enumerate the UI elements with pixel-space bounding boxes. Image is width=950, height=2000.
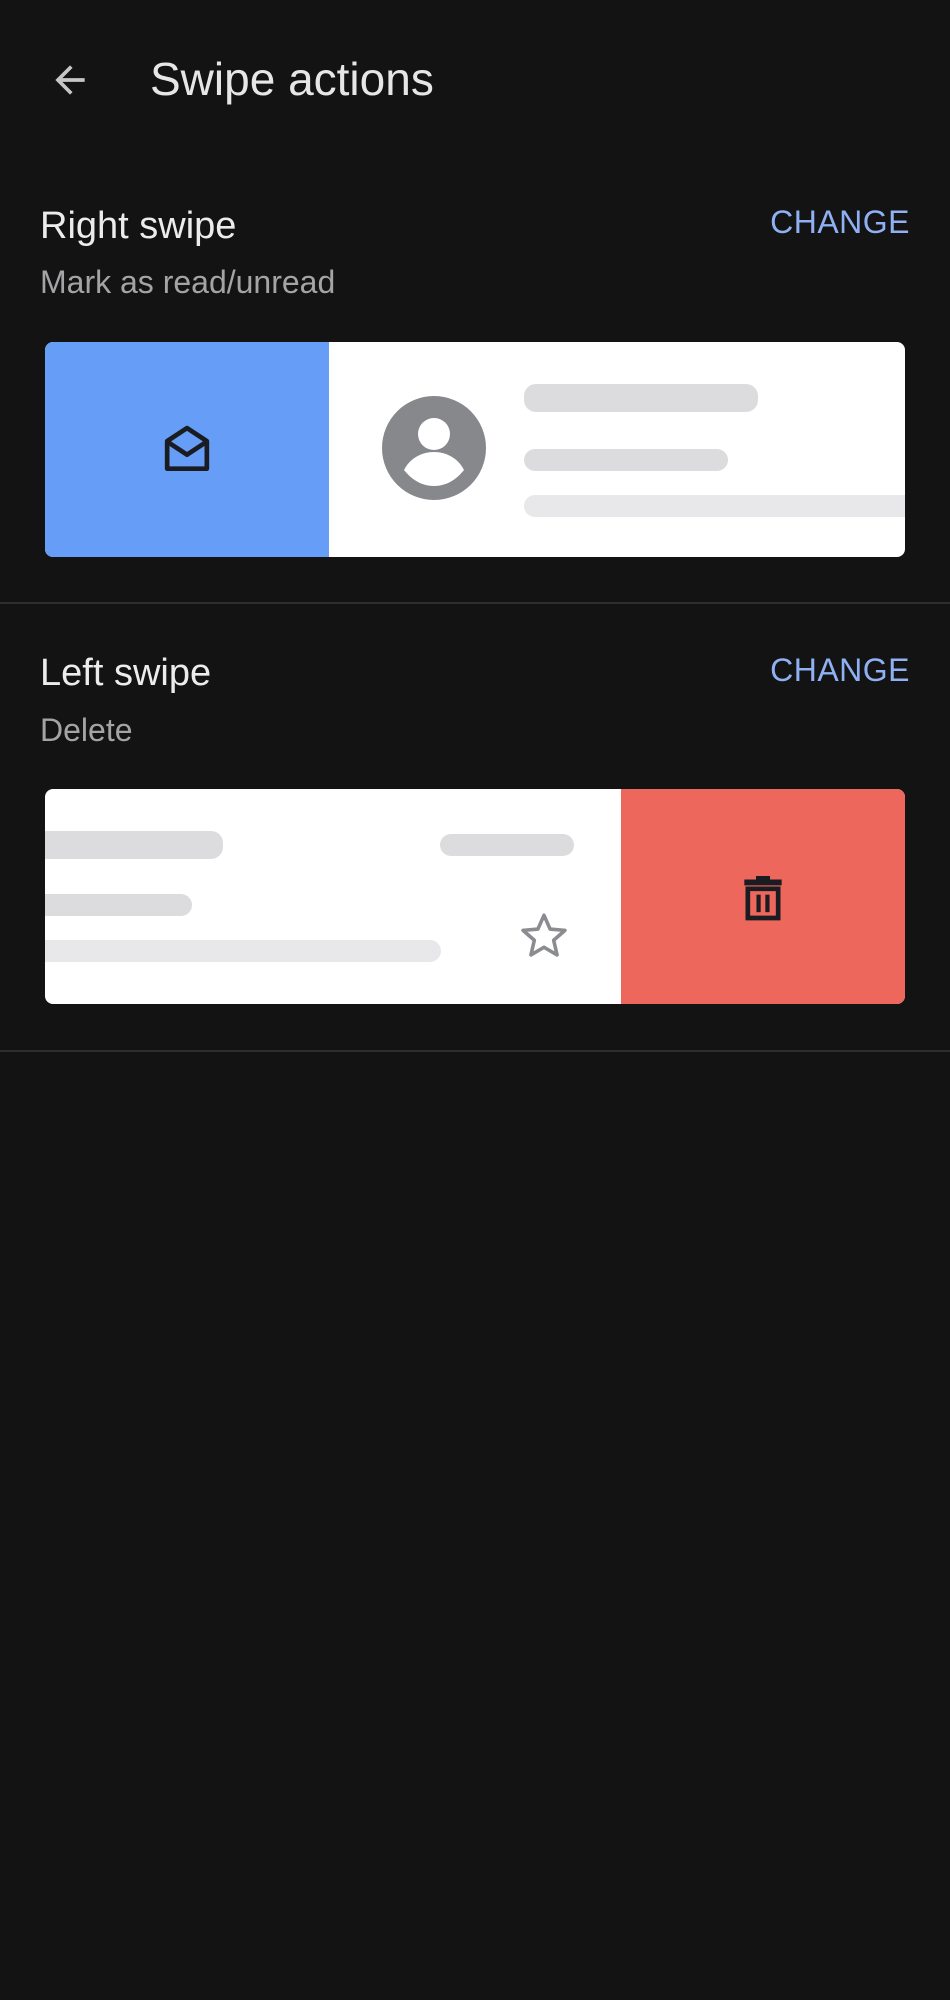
section-divider [0, 1050, 950, 1052]
left-swipe-section: Left swipe Delete CHANGE [0, 0, 950, 1055]
left-swipe-action-label: Delete [40, 712, 133, 748]
trash-icon [744, 875, 782, 920]
left-swipe-title: Left swipe [40, 652, 212, 694]
placeholder-line [45, 940, 441, 962]
left-swipe-action-block [621, 789, 905, 1004]
placeholder-line [45, 894, 192, 916]
star-icon [521, 913, 567, 957]
left-swipe-change-button[interactable]: CHANGE [770, 652, 910, 689]
placeholder-line [45, 831, 223, 859]
left-swipe-preview [45, 789, 905, 1004]
placeholder-line [440, 834, 574, 856]
